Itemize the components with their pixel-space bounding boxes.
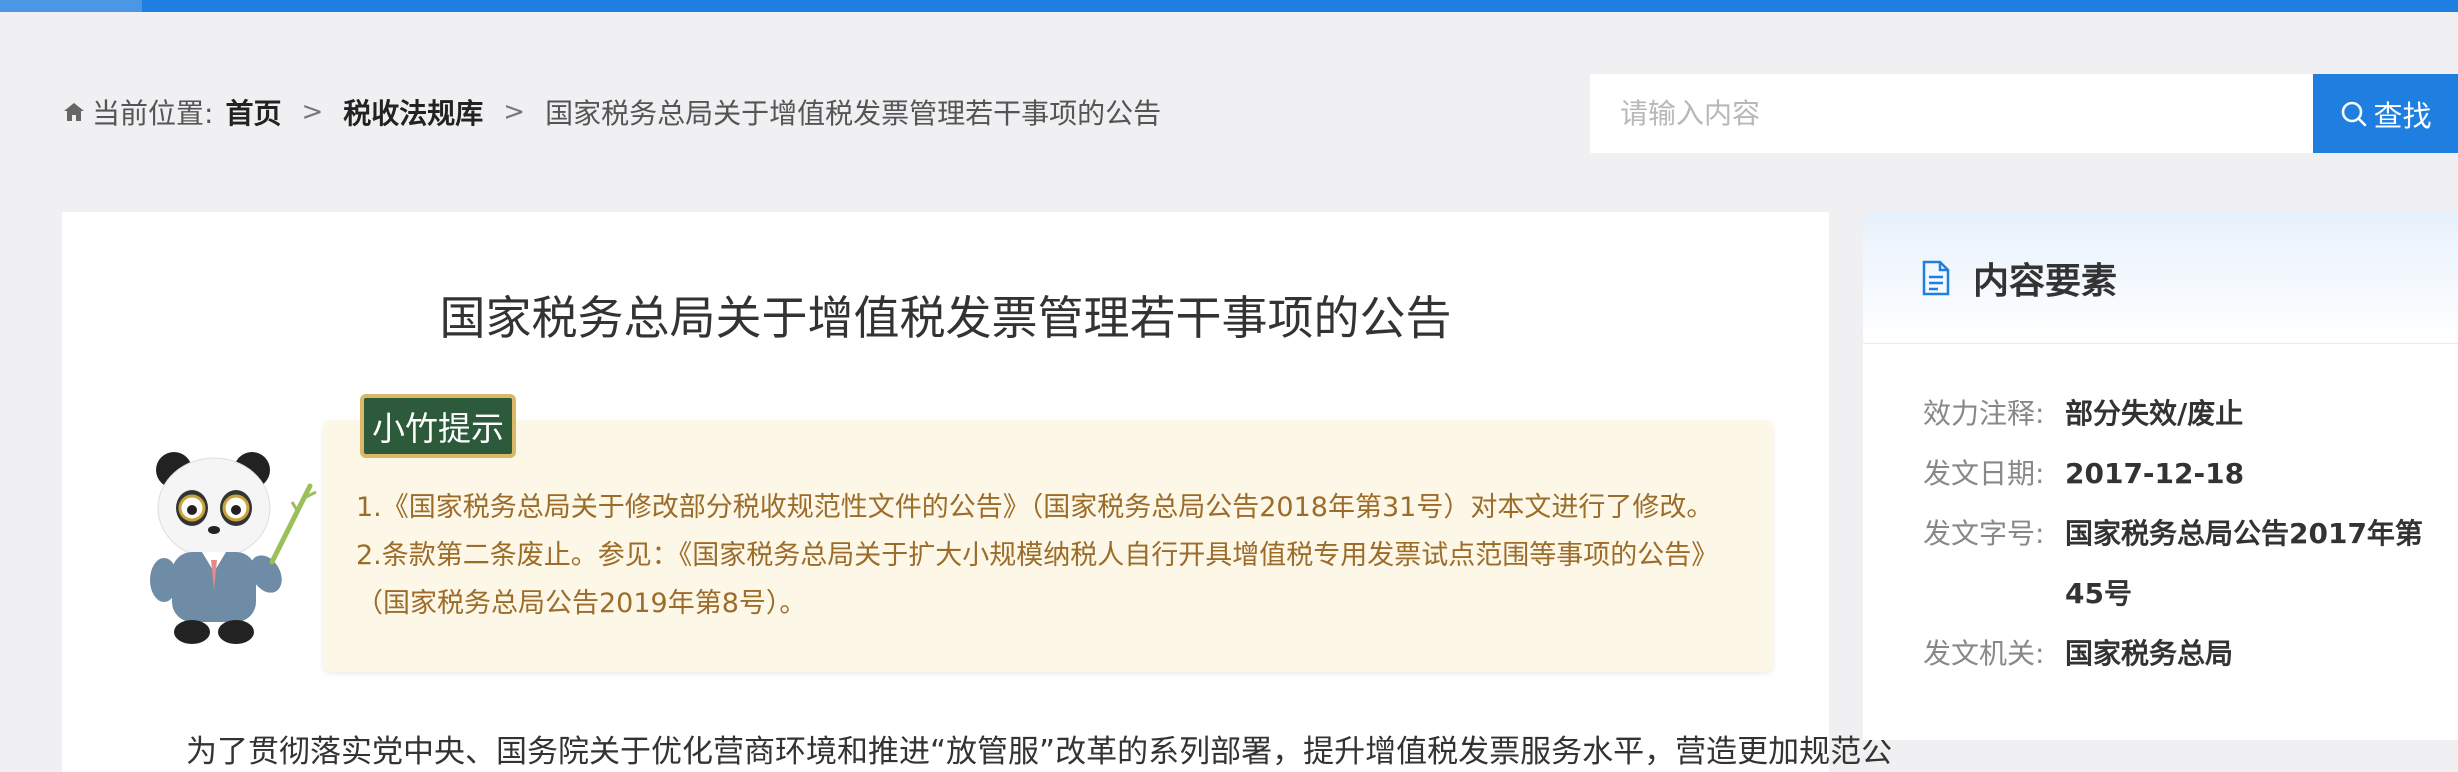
panda-mascot	[144, 450, 320, 650]
home-icon	[62, 99, 88, 125]
top-accent-bar	[0, 0, 2458, 12]
breadcrumb-separator: >	[503, 97, 526, 127]
meta-row-doc-number: 发文字号: 国家税务总局公告2017年第45号	[1923, 504, 2435, 624]
meta-label: 效力注释:	[1923, 397, 2045, 430]
meta-label: 发文字号:	[1923, 517, 2045, 550]
document-body-first-line: 为了贯彻落实党中央、国务院关于优化营商环境和推进“放管服”改革的系列部署，提升增…	[186, 734, 1893, 770]
search-button[interactable]: 查找	[2313, 74, 2458, 153]
tip-text: 1.《国家税务总局关于修改部分税收规范性文件的公告》（国家税务总局公告2018年…	[356, 492, 1719, 619]
meta-label: 发文日期:	[1923, 457, 2045, 490]
content-elements-panel: 内容要素 效力注释: 部分失效/废止 发文日期: 2017-12-18 发文字号…	[1863, 212, 2458, 740]
breadcrumb-home-link[interactable]: 首页	[225, 92, 281, 132]
meta-value: 2017-12-18	[2065, 457, 2245, 490]
breadcrumb-category-link[interactable]: 税收法规库	[343, 92, 483, 132]
breadcrumb-separator: >	[301, 97, 324, 127]
search-box	[1590, 74, 2314, 153]
meta-value: 国家税务总局公告2017年第45号	[2065, 517, 2423, 610]
meta-row-date: 发文日期: 2017-12-18	[1923, 444, 2435, 504]
document-card: 国家税务总局关于增值税发票管理若干事项的公告 小竹提示 1.《国家税务总局关于修…	[62, 212, 1893, 772]
search-button-label: 查找	[2373, 98, 2432, 133]
meta-row-effect: 效力注释: 部分失效/废止	[1923, 384, 2435, 444]
meta-row-issuer: 发文机关: 国家税务总局	[1923, 624, 2435, 684]
meta-value: 国家税务总局	[2065, 637, 2234, 670]
document-title: 国家税务总局关于增值税发票管理若干事项的公告	[439, 291, 1452, 345]
tip-badge: 小竹提示	[360, 394, 516, 458]
side-panel-title: 内容要素	[1973, 260, 2118, 302]
search-input[interactable]	[1620, 97, 2314, 130]
side-panel-header: 内容要素	[1863, 212, 2458, 344]
search-icon	[2342, 101, 2367, 126]
breadcrumb-current: 国家税务总局关于增值税发票管理若干事项的公告	[545, 97, 1162, 130]
meta-value: 部分失效/废止	[2065, 397, 2244, 430]
breadcrumb-prefix: 当前位置:	[92, 97, 214, 130]
top-bar-highlight	[0, 0, 142, 12]
document-icon	[1921, 260, 1951, 296]
meta-label: 发文机关:	[1923, 637, 2045, 670]
breadcrumb: 当前位置: 首页 > 税收法规库 > 国家税务总局关于增值税发票管理若干事项的公…	[62, 92, 1161, 132]
